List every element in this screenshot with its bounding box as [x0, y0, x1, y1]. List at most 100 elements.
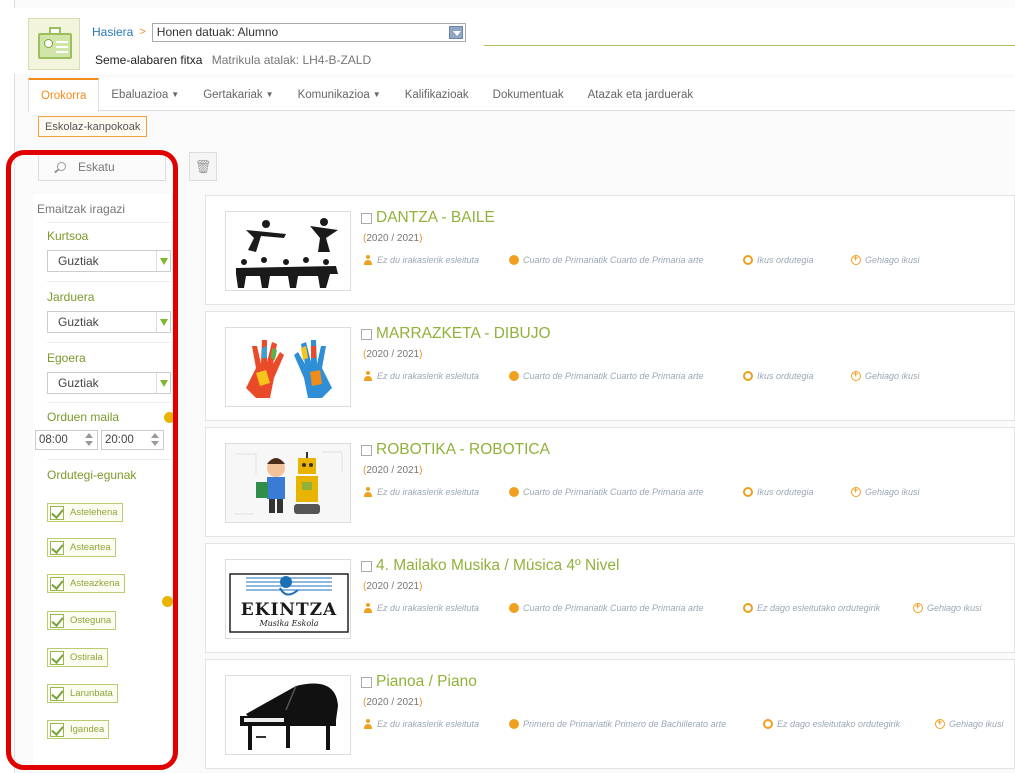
- breadcrumb-separator: >: [139, 26, 146, 38]
- see-more-link[interactable]: Gehiago ikusi: [935, 717, 1004, 729]
- day-checkbox-astelehena[interactable]: Astelehena: [47, 503, 123, 522]
- student-selector[interactable]: Honen datuak: Alumno: [151, 22, 466, 42]
- day-checkbox-larunbata[interactable]: Larunbata: [47, 684, 118, 703]
- list-item: EKINTZA Musika Eskola 4. Mailako Musika …: [205, 543, 1015, 653]
- select-checkbox[interactable]: [361, 444, 372, 456]
- time-to-input[interactable]: 20:00: [101, 430, 164, 450]
- see-more-link[interactable]: Gehiago ikusi: [913, 601, 982, 613]
- chevron-down-icon: [156, 373, 170, 393]
- tab-orokorra[interactable]: Orokorra: [28, 78, 100, 112]
- clock-icon: [743, 487, 753, 497]
- collapse-toggle-icon[interactable]: [164, 412, 175, 423]
- activity-meta: Ez du irakaslerik esleituta Primero de P…: [363, 717, 1004, 729]
- pie-icon: [509, 255, 519, 265]
- tab-dokumentuak[interactable]: Dokumentuak: [481, 78, 576, 111]
- pie-icon: [509, 487, 519, 497]
- tab-ebaluazioa[interactable]: Ebaluazioa ▼: [99, 78, 191, 111]
- egoera-select[interactable]: Guztiak: [47, 372, 171, 394]
- checkbox-checked-icon: [50, 613, 64, 628]
- caret-down-icon: ▼: [171, 90, 180, 99]
- student-selector-value: Honen datuak: Alumno: [156, 25, 279, 39]
- time-from-input[interactable]: 08:00: [35, 430, 98, 450]
- list-item: Pianoa / Piano (2020 / 2021) Ez du iraka…: [205, 659, 1015, 769]
- activity-year: (2020 / 2021): [363, 581, 423, 592]
- see-more-link[interactable]: Gehiago ikusi: [851, 485, 920, 497]
- chevron-down-icon[interactable]: [448, 25, 463, 39]
- collapse-toggle-icon[interactable]: [162, 596, 173, 607]
- robot-image: [225, 443, 351, 523]
- spinner-icon[interactable]: [85, 433, 93, 447]
- spinner-icon[interactable]: [151, 433, 159, 447]
- tab-komunikazioa[interactable]: Komunikazioa ▼: [286, 78, 393, 111]
- tab-gertakariak[interactable]: Gertakariak ▼: [191, 78, 285, 111]
- activity-year: (2020 / 2021): [363, 349, 423, 360]
- jarduera-select[interactable]: Guztiak: [47, 311, 171, 333]
- activity-title[interactable]: MARRAZKETA - DIBUJO: [361, 325, 551, 343]
- activity-year: (2020 / 2021): [363, 233, 423, 244]
- day-checkbox-asteartea[interactable]: Asteartea: [47, 538, 116, 557]
- schedule-link[interactable]: Ikus ordutegia: [743, 487, 851, 497]
- pie-icon: [509, 603, 519, 613]
- activity-title[interactable]: Pianoa / Piano: [361, 673, 477, 691]
- see-more-link[interactable]: Gehiago ikusi: [851, 253, 920, 265]
- day-checkbox-asteazkena[interactable]: Asteazkena: [47, 574, 125, 593]
- plus-circle-icon: [935, 717, 945, 729]
- checkbox-checked-icon: [50, 505, 64, 520]
- jarduera-label: Jarduera: [47, 290, 95, 304]
- painted-hands-image: [225, 327, 351, 407]
- day-checkbox-igandea[interactable]: Igandea: [47, 720, 110, 739]
- select-checkbox[interactable]: [361, 676, 372, 688]
- person-icon: [363, 719, 373, 729]
- activity-meta: Ez du irakaslerik esleituta Cuarto de Pr…: [363, 253, 920, 265]
- select-checkbox[interactable]: [361, 212, 372, 224]
- activity-meta: Ez du irakaslerik esleituta Cuarto de Pr…: [363, 485, 920, 497]
- schedule-link[interactable]: Ikus ordutegia: [743, 255, 851, 265]
- filter-sidebar: Eskatu 🗑 Emaitzak iragazi Kurtsoa Guztia…: [24, 148, 217, 768]
- plus-circle-icon: [851, 253, 861, 265]
- trash-icon[interactable]: 🗑: [189, 152, 217, 181]
- ordutegi-egunak-label: Ordutegi-egunak: [47, 468, 137, 482]
- dance-image: [225, 211, 351, 291]
- caret-down-icon: ▼: [372, 90, 381, 99]
- tab-kalifikazioak[interactable]: Kalifikazioak: [393, 78, 481, 111]
- clock-icon: [763, 719, 773, 729]
- filter-title: Emaitzak iragazi: [37, 202, 126, 216]
- select-checkbox[interactable]: [361, 328, 372, 340]
- kurtsoa-select[interactable]: Guztiak: [47, 250, 171, 272]
- plus-circle-icon: [851, 369, 861, 381]
- person-icon: [363, 603, 373, 613]
- select-checkbox[interactable]: [361, 560, 372, 572]
- clock-icon: [743, 255, 753, 265]
- page-title-text: Seme-alabaren fitxa: [95, 53, 203, 67]
- kurtsoa-label: Kurtsoa: [47, 229, 89, 243]
- day-checkbox-ostirala[interactable]: Ostirala: [47, 648, 108, 667]
- person-icon: [363, 487, 373, 497]
- activity-meta: Ez du irakaslerik esleituta Cuarto de Pr…: [363, 601, 982, 613]
- filter-panel: Emaitzak iragazi Kurtsoa Guztiak Jarduer…: [33, 194, 175, 764]
- checkbox-checked-icon: [50, 540, 64, 555]
- clock-icon: [743, 371, 753, 381]
- see-more-link[interactable]: Gehiago ikusi: [851, 369, 920, 381]
- ekintza-logo: EKINTZA Musika Eskola: [225, 559, 351, 639]
- header-divider: [484, 45, 1015, 46]
- breadcrumb-home-link[interactable]: Hasiera: [92, 25, 133, 39]
- schedule-link[interactable]: Ez dago esleitutako ordutegirik: [743, 603, 913, 613]
- page-title: Seme-alabaren fitxa Matrikula atalak: LH…: [95, 53, 371, 67]
- activity-year: (2020 / 2021): [363, 697, 423, 708]
- activity-title[interactable]: DANTZA - BAILE: [361, 209, 495, 227]
- page-header: Hasiera > Honen datuak: Alumno Seme-alab…: [14, 8, 1015, 74]
- search-button[interactable]: Eskatu: [38, 152, 166, 181]
- activity-meta: Ez du irakaslerik esleituta Cuarto de Pr…: [363, 369, 920, 381]
- subtab-eskolaz-kanpokoak[interactable]: Eskolaz-kanpokoak: [38, 116, 148, 137]
- plus-circle-icon: [913, 601, 923, 613]
- schedule-link[interactable]: Ikus ordutegia: [743, 371, 851, 381]
- tab-atazak[interactable]: Atazak eta jarduerak: [576, 78, 705, 111]
- caret-down-icon: ▼: [265, 90, 274, 99]
- activity-title[interactable]: 4. Mailako Musika / Música 4º Nivel: [361, 557, 619, 575]
- activity-title[interactable]: ROBOTIKA - ROBOTICA: [361, 441, 550, 459]
- day-checkbox-osteguna[interactable]: Osteguna: [47, 611, 117, 630]
- list-item: DANTZA - BAILE (2020 / 2021) Ez du iraka…: [205, 195, 1015, 305]
- chevron-down-icon: [156, 251, 170, 271]
- checkbox-checked-icon: [50, 686, 64, 701]
- schedule-link[interactable]: Ez dago esleitutako ordutegirik: [763, 719, 935, 729]
